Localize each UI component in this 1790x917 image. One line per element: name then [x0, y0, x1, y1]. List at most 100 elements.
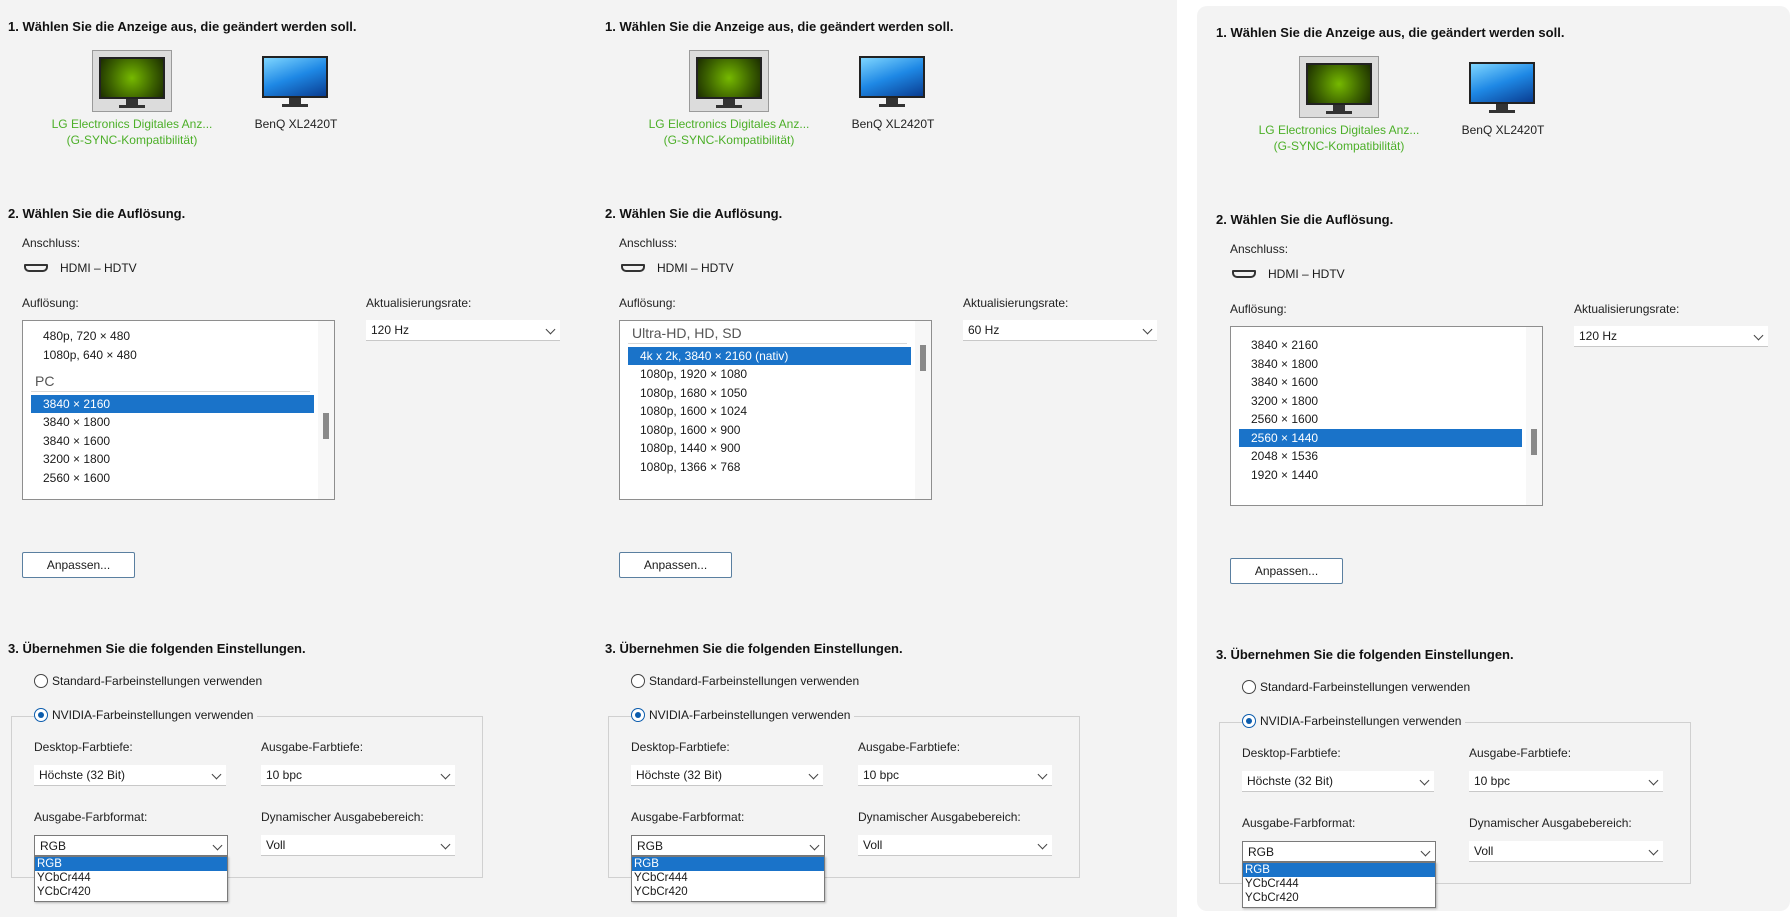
- desktop-depth-select[interactable]: Höchste (32 Bit): [631, 765, 823, 786]
- list-item[interactable]: 1080p, 1920 × 1080: [628, 365, 911, 384]
- radio-nvidia-label: NVIDIA-Farbeinstellungen verwenden: [649, 708, 851, 722]
- monitor-benq-label: BenQ XL2420T: [1461, 123, 1545, 137]
- chevron-down-icon: [808, 769, 819, 780]
- adjust-button[interactable]: Anpassen...: [619, 552, 732, 578]
- monitor-lg-sublabel: (G-SYNC-Kompatibilität): [663, 133, 795, 147]
- radio-default-label: Standard-Farbeinstellungen verwenden: [52, 674, 263, 688]
- dropdown-option[interactable]: YCbCr444: [632, 871, 824, 885]
- list-group-header: Ultra-HD, HD, SD: [628, 324, 907, 344]
- list-item[interactable]: 3840 × 1600: [1239, 373, 1522, 392]
- monitor-lg[interactable]: LG Electronics Digitales Anz... (G-SYNC-…: [42, 50, 222, 148]
- list-item[interactable]: 3840 × 1600: [31, 432, 314, 451]
- dropdown-option[interactable]: YCbCr444: [35, 871, 227, 885]
- output-format-select[interactable]: RGB: [34, 835, 228, 856]
- monitor-benq[interactable]: BenQ XL2420T: [1413, 56, 1593, 138]
- desktop-depth-select[interactable]: Höchste (32 Bit): [1242, 771, 1434, 792]
- connection-text: HDMI – HDTV: [60, 261, 137, 275]
- list-scrollbar[interactable]: [318, 321, 334, 499]
- list-item[interactable]: 480p, 720 × 480: [31, 327, 314, 346]
- output-depth-label: Ausgabe-Farbtiefe:: [858, 740, 961, 754]
- chevron-down-icon: [440, 769, 451, 780]
- chevron-down-icon: [1037, 839, 1048, 850]
- output-depth-select[interactable]: 10 bpc: [858, 765, 1052, 786]
- refresh-rate-select[interactable]: 120 Hz: [1574, 326, 1768, 347]
- list-item[interactable]: 1080p, 1366 × 768: [628, 458, 911, 477]
- radio-icon: [631, 674, 645, 688]
- list-item-selected[interactable]: 2560 × 1440: [1239, 428, 1522, 447]
- list-item[interactable]: 3840 × 1800: [1239, 355, 1522, 374]
- dropdown-option[interactable]: YCbCr444: [1243, 877, 1435, 891]
- resolution-list[interactable]: Ultra-HD, HD, SD 4k x 2k, 3840 × 2160 (n…: [619, 320, 932, 500]
- list-scrollbar[interactable]: [1526, 327, 1542, 505]
- refresh-rate-select[interactable]: 60 Hz: [963, 320, 1157, 341]
- list-item-selected[interactable]: 4k x 2k, 3840 × 2160 (nativ): [628, 346, 911, 365]
- resolution-list[interactable]: 480p, 720 × 480 1080p, 640 × 480 PC 3840…: [22, 320, 335, 500]
- monitor-lg-label: LG Electronics Digitales Anz...: [1258, 123, 1420, 137]
- radio-default-label: Standard-Farbeinstellungen verwenden: [1260, 680, 1471, 694]
- output-format-label: Ausgabe-Farbformat:: [1242, 816, 1356, 830]
- refresh-rate-value: 120 Hz: [1579, 329, 1618, 343]
- radio-nvidia-colors[interactable]: NVIDIA-Farbeinstellungen verwenden: [1242, 714, 1466, 728]
- step2-heading: 2. Wählen Sie die Auflösung.: [1216, 212, 1394, 227]
- radio-default-colors[interactable]: Standard-Farbeinstellungen verwenden: [631, 674, 859, 688]
- panel-1: 1. Wählen Sie die Anzeige aus, die geänd…: [0, 0, 597, 917]
- output-depth-select[interactable]: 10 bpc: [1469, 771, 1663, 792]
- list-item[interactable]: 1920 × 1440: [1239, 466, 1522, 485]
- adjust-button[interactable]: Anpassen...: [22, 552, 135, 578]
- desktop-depth-value: Höchste (32 Bit): [39, 768, 126, 782]
- dropdown-option[interactable]: YCbCr420: [1243, 891, 1435, 905]
- chevron-down-icon: [1753, 330, 1764, 341]
- chevron-down-icon: [1648, 775, 1659, 786]
- refresh-rate-value: 60 Hz: [968, 323, 1000, 337]
- output-format-label: Ausgabe-Farbformat:: [34, 810, 148, 824]
- radio-nvidia-colors[interactable]: NVIDIA-Farbeinstellungen verwenden: [631, 708, 855, 722]
- dynamic-range-select[interactable]: Voll: [261, 835, 455, 856]
- dynamic-range-value: Voll: [266, 838, 286, 852]
- output-depth-select[interactable]: 10 bpc: [261, 765, 455, 786]
- list-item[interactable]: 3840 × 1800: [31, 413, 314, 432]
- monitor-benq[interactable]: BenQ XL2420T: [206, 50, 386, 132]
- output-depth-label: Ausgabe-Farbtiefe:: [261, 740, 364, 754]
- hdmi-icon: [1232, 269, 1258, 279]
- monitor-icon: [689, 50, 769, 112]
- list-item[interactable]: 1080p, 1600 × 1024: [628, 402, 911, 421]
- resolution-list[interactable]: 3840 × 2160 3840 × 1800 3840 × 1600 3200…: [1230, 326, 1543, 506]
- list-group-header: PC: [31, 372, 310, 392]
- list-item[interactable]: 1080p, 1680 × 1050: [628, 384, 911, 403]
- adjust-button[interactable]: Anpassen...: [1230, 558, 1343, 584]
- list-scrollbar[interactable]: [915, 321, 931, 499]
- output-format-select[interactable]: RGB: [1242, 841, 1436, 862]
- dropdown-option-selected[interactable]: RGB: [1243, 863, 1435, 877]
- list-item[interactable]: 2048 × 1536: [1239, 447, 1522, 466]
- aufloesung-label: Auflösung:: [619, 296, 676, 310]
- dynamic-range-select[interactable]: Voll: [858, 835, 1052, 856]
- refresh-rate-select[interactable]: 120 Hz: [366, 320, 560, 341]
- list-item-selected[interactable]: 3840 × 2160: [31, 394, 314, 413]
- list-item[interactable]: 3840 × 2160: [1239, 336, 1522, 355]
- dropdown-option-selected[interactable]: RGB: [632, 857, 824, 871]
- monitor-icon: [92, 50, 172, 112]
- radio-default-colors[interactable]: Standard-Farbeinstellungen verwenden: [1242, 680, 1470, 694]
- chevron-down-icon: [1419, 775, 1430, 786]
- list-item[interactable]: 1080p, 1440 × 900: [628, 439, 911, 458]
- list-item[interactable]: 3200 × 1800: [31, 450, 314, 469]
- radio-nvidia-colors[interactable]: NVIDIA-Farbeinstellungen verwenden: [34, 708, 258, 722]
- dropdown-option[interactable]: YCbCr420: [35, 885, 227, 899]
- list-item[interactable]: 3200 × 1800: [1239, 392, 1522, 411]
- monitor-lg[interactable]: LG Electronics Digitales Anz... (G-SYNC-…: [639, 50, 819, 148]
- radio-default-colors[interactable]: Standard-Farbeinstellungen verwenden: [34, 674, 262, 688]
- dropdown-option-selected[interactable]: RGB: [35, 857, 227, 871]
- monitor-lg[interactable]: LG Electronics Digitales Anz... (G-SYNC-…: [1249, 56, 1429, 154]
- output-format-select[interactable]: RGB: [631, 835, 825, 856]
- list-item[interactable]: 1080p, 1600 × 900: [628, 421, 911, 440]
- list-item[interactable]: 2560 × 1600: [31, 469, 314, 488]
- monitor-benq[interactable]: BenQ XL2420T: [803, 50, 983, 132]
- list-item[interactable]: 2560 × 1600: [1239, 410, 1522, 429]
- dropdown-option[interactable]: YCbCr420: [632, 885, 824, 899]
- radio-nvidia-label: NVIDIA-Farbeinstellungen verwenden: [1260, 714, 1462, 728]
- dynamic-range-select[interactable]: Voll: [1469, 841, 1663, 862]
- desktop-depth-select[interactable]: Höchste (32 Bit): [34, 765, 226, 786]
- monitor-icon: [1463, 56, 1543, 118]
- list-item[interactable]: 1080p, 640 × 480: [31, 346, 314, 365]
- output-depth-label: Ausgabe-Farbtiefe:: [1469, 746, 1572, 760]
